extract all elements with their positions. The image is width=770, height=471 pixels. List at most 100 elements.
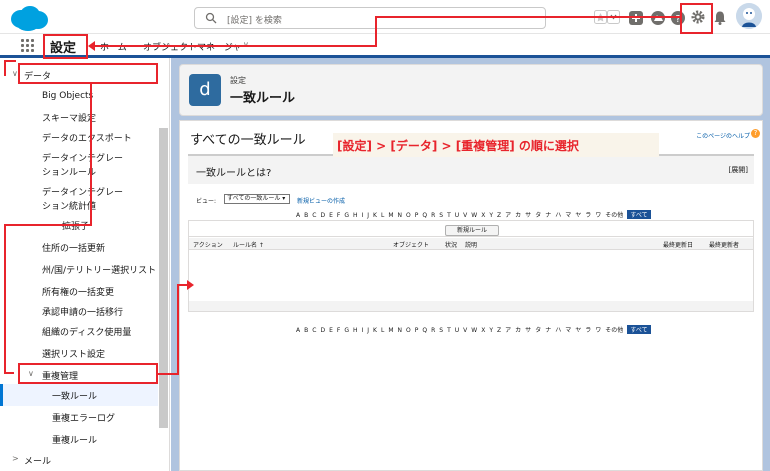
alphabet-filter-letter[interactable]: R xyxy=(431,327,435,334)
alphabet-filter-letter[interactable]: すべて xyxy=(627,325,651,334)
alphabet-filter-letter[interactable]: ハ xyxy=(555,325,561,334)
sidebar-item-data-integration-rules[interactable]: データインテグレーションルール xyxy=(0,148,123,178)
global-search-input[interactable]: [設定] を検索 xyxy=(194,7,546,29)
sidebar-item-duplicate-rules[interactable]: 重複ルール xyxy=(0,428,158,450)
alphabet-filter-letter[interactable]: V xyxy=(463,212,467,219)
alphabet-filter-letter[interactable]: ヤ xyxy=(575,210,581,219)
sidebar-item-state-country-picklists[interactable]: 州/国/テリトリー選択リスト xyxy=(0,258,158,280)
breadcrumb[interactable]: 設定 xyxy=(230,75,246,86)
alphabet-filter-letter[interactable]: F xyxy=(337,327,340,334)
alphabet-filter-letter[interactable]: S xyxy=(439,212,443,219)
help-link[interactable]: このページのヘルプ xyxy=(696,131,750,140)
alphabet-filter-letter[interactable]: A xyxy=(296,212,300,219)
alphabet-filter-letter[interactable]: W xyxy=(471,327,477,334)
alphabet-filter-letter[interactable]: ラ xyxy=(585,210,591,219)
alphabet-filter-letter[interactable]: ハ xyxy=(555,210,561,219)
app-launcher-icon[interactable] xyxy=(21,39,35,53)
view-select[interactable]: すべての一致ルール ▾ xyxy=(224,194,290,204)
alphabet-filter-letter[interactable]: Q xyxy=(422,327,427,334)
trailhead-icon[interactable] xyxy=(650,10,666,26)
alphabet-filter-letter[interactable]: Y xyxy=(489,327,493,334)
alphabet-filter-letter[interactable]: ア xyxy=(505,210,511,219)
alphabet-filter-letter[interactable]: K xyxy=(373,212,377,219)
sidebar-scrollbar[interactable] xyxy=(159,128,168,428)
alphabet-filter-letter[interactable]: B xyxy=(304,212,308,219)
alphabet-filter-letter[interactable]: P xyxy=(415,212,419,219)
sidebar-item-data-export[interactable]: データのエクスポート xyxy=(0,126,158,148)
alphabet-filter-letter[interactable]: ラ xyxy=(585,325,591,334)
bell-icon[interactable] xyxy=(712,10,728,26)
alphabet-filter-letter[interactable]: その他 xyxy=(605,325,623,334)
alphabet-filter-letter[interactable]: ナ xyxy=(545,210,551,219)
alphabet-filter-letter[interactable]: Q xyxy=(422,212,427,219)
alphabet-filter-letter[interactable]: ア xyxy=(505,325,511,334)
alphabet-filter-letter[interactable]: K xyxy=(373,327,377,334)
alphabet-filter-letter[interactable]: G xyxy=(344,212,349,219)
alphabet-filter-letter[interactable]: J xyxy=(367,212,369,219)
alphabet-filter-letter[interactable]: O xyxy=(406,212,411,219)
sidebar-item-data-integration-stats[interactable]: データインテグレーション統計値 xyxy=(0,182,123,212)
alphabet-filter-letter[interactable]: ヤ xyxy=(575,325,581,334)
alphabet-filter-letter[interactable]: B xyxy=(304,327,308,334)
alphabet-filter-letter[interactable]: M xyxy=(388,327,393,334)
alphabet-filter-letter[interactable]: F xyxy=(337,212,340,219)
alphabet-filter-letter[interactable]: J xyxy=(367,327,369,334)
new-rule-button[interactable]: 新規ルール xyxy=(445,225,499,236)
alphabet-filter-letter[interactable]: タ xyxy=(535,210,541,219)
alphabet-filter-letter[interactable]: C xyxy=(312,327,316,334)
alphabet-filter-letter[interactable]: C xyxy=(312,212,316,219)
alphabet-filter-letter[interactable]: W xyxy=(471,212,477,219)
alphabet-filter-letter[interactable]: Z xyxy=(497,327,501,334)
sidebar-item-duplicate-error-logs[interactable]: 重複エラーログ xyxy=(0,406,158,428)
alphabet-filter-letter[interactable]: D xyxy=(320,327,325,334)
alphabet-filter-letter[interactable]: S xyxy=(439,327,443,334)
alphabet-filter-letter[interactable]: N xyxy=(398,212,403,219)
alphabet-filter-letter[interactable]: マ xyxy=(565,210,571,219)
alphabet-filter-letter[interactable]: その他 xyxy=(605,210,623,219)
sidebar-item-mass-update-addresses[interactable]: 住所の一括更新 xyxy=(0,236,158,258)
alphabet-filter-letter[interactable]: H xyxy=(353,327,358,334)
column-header[interactable]: 最終更新日 xyxy=(663,240,693,249)
alphabet-filter-letter[interactable]: M xyxy=(388,212,393,219)
alphabet-filter-letter[interactable]: N xyxy=(398,327,403,334)
table-scrollbar[interactable] xyxy=(189,301,753,311)
sidebar-item-picklist-settings[interactable]: 選択リスト設定 xyxy=(0,342,158,364)
alphabet-filter-letter[interactable]: I xyxy=(361,327,363,334)
sidebar-item-schema-settings[interactable]: スキーマ設定 xyxy=(0,106,158,128)
alphabet-filter-letter[interactable]: カ xyxy=(515,325,521,334)
expand-link[interactable]: [展開] xyxy=(729,165,748,175)
alphabet-filter-letter[interactable]: サ xyxy=(525,325,531,334)
help-icon[interactable]: ? xyxy=(751,129,760,138)
alphabet-filter-letter[interactable]: L xyxy=(381,212,384,219)
alphabet-filter-letter[interactable]: L xyxy=(381,327,384,334)
sidebar-item-matching-rules[interactable]: 一致ルール xyxy=(0,384,158,406)
alphabet-filter-letter[interactable]: T xyxy=(447,327,451,334)
sidebar-item-storage-usage[interactable]: 組織のディスク使用量 xyxy=(0,320,158,342)
alphabet-filter-letter[interactable]: ワ xyxy=(595,210,601,219)
alphabet-filter-letter[interactable]: X xyxy=(481,212,485,219)
alphabet-filter-letter[interactable]: E xyxy=(329,212,333,219)
sidebar-item-big-objects[interactable]: Big Objects xyxy=(0,86,158,108)
sidebar-item-mass-transfer-records[interactable]: 所有権の一括変更 xyxy=(0,280,158,302)
cloud-logo[interactable] xyxy=(8,4,50,32)
alphabet-filter-letter[interactable]: R xyxy=(431,212,435,219)
column-header[interactable]: 状況 xyxy=(445,240,457,249)
create-view-link[interactable]: 新規ビューの作成 xyxy=(297,196,345,205)
alphabet-filter-letter[interactable]: X xyxy=(481,327,485,334)
alphabet-filter-letter[interactable]: O xyxy=(406,327,411,334)
alphabet-filter-letter[interactable]: V xyxy=(463,327,467,334)
avatar[interactable] xyxy=(736,3,762,29)
alphabet-filter-letter[interactable]: カ xyxy=(515,210,521,219)
sidebar-item-mass-transfer-approvals[interactable]: 承認申請の一括移行 xyxy=(0,300,158,322)
alphabet-filter-letter[interactable]: D xyxy=(320,212,325,219)
alphabet-filter-letter[interactable]: ナ xyxy=(545,325,551,334)
add-icon[interactable] xyxy=(628,10,644,26)
alphabet-filter-letter[interactable]: Y xyxy=(489,212,493,219)
alphabet-filter-letter[interactable]: すべて xyxy=(627,210,651,219)
alphabet-filter-letter[interactable]: Z xyxy=(497,212,501,219)
alphabet-filter-letter[interactable]: マ xyxy=(565,325,571,334)
column-header[interactable]: 説明 xyxy=(465,240,477,249)
alphabet-filter-letter[interactable]: H xyxy=(353,212,358,219)
alphabet-filter-letter[interactable]: E xyxy=(329,327,333,334)
alphabet-filter-letter[interactable]: A xyxy=(296,327,300,334)
